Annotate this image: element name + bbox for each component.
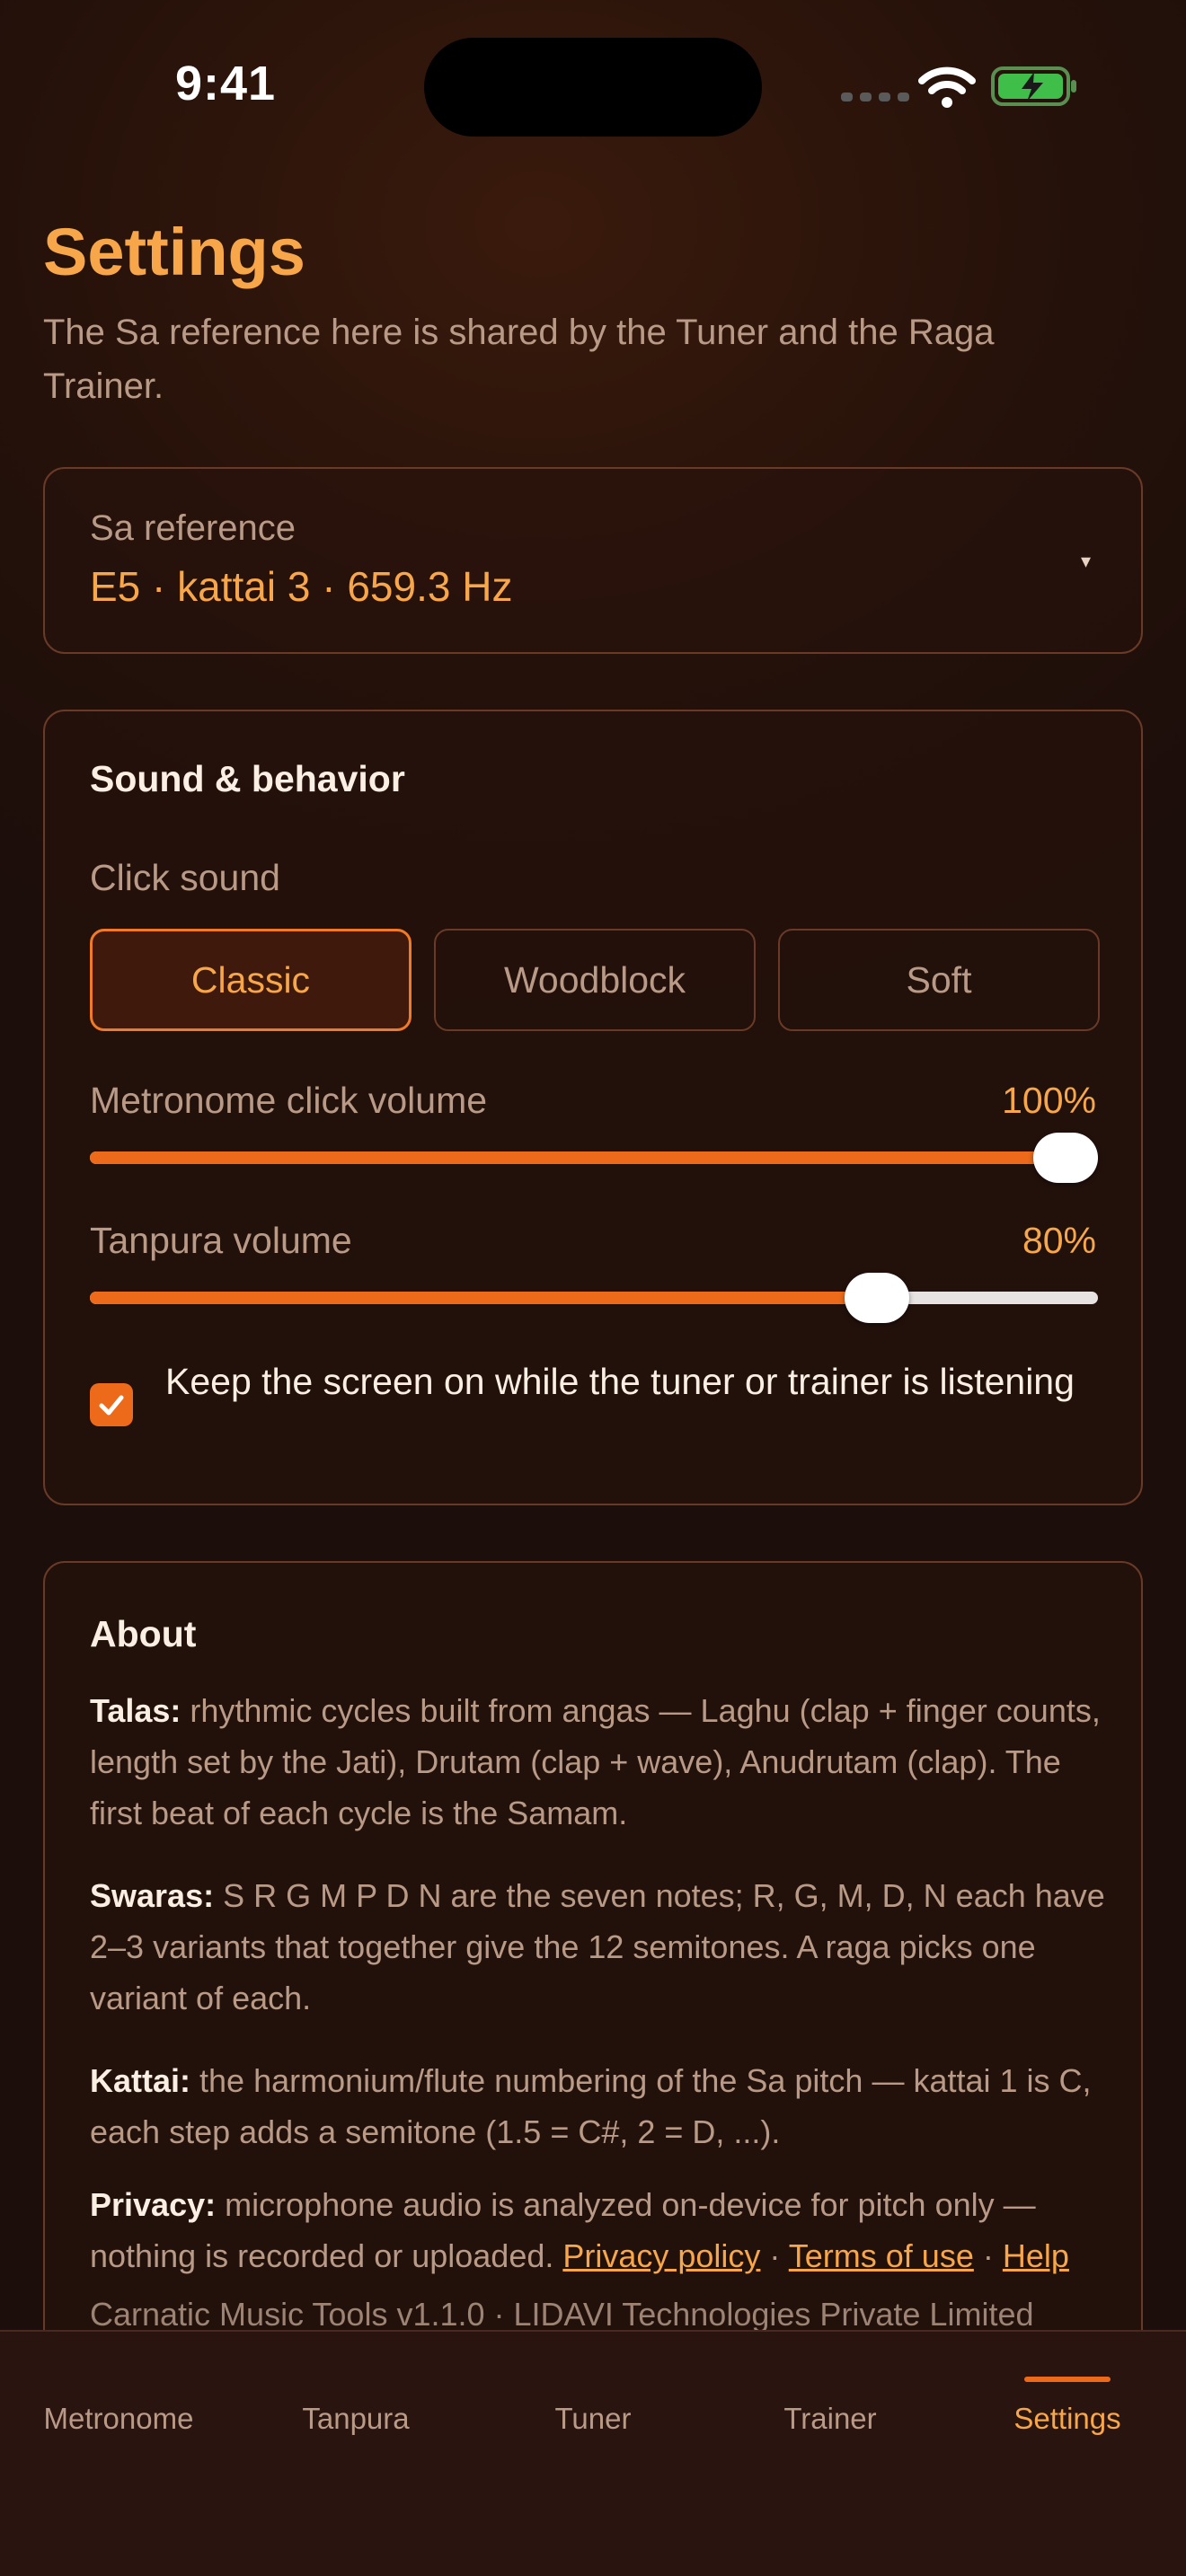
about-heading: About [90, 1613, 197, 1654]
click-sound-soft-button[interactable]: Soft [778, 929, 1100, 1031]
chevron-down-icon: ▾ [1080, 550, 1091, 572]
privacy-policy-link[interactable]: Privacy policy [562, 2237, 760, 2274]
page-title: Settings [43, 215, 305, 289]
metronome-volume-slider[interactable] [90, 1133, 1098, 1183]
page-subtitle: The Sa reference here is shared by the T… [43, 313, 995, 406]
tanpura-volume-thumb[interactable] [845, 1273, 909, 1323]
dynamic-island [424, 38, 762, 137]
click-sound-classic-button[interactable]: Classic [90, 929, 412, 1031]
about-talas: Talas: rhythmic cycles built from angas … [90, 1685, 1105, 1839]
link-separator: · [973, 2237, 1003, 2274]
app-version-footer: Carnatic Music Tools v1.1.0 · LIDAVI Tec… [90, 2296, 1034, 2333]
tab-bar: Metronome Tanpura Tuner Trainer Settings [0, 2330, 1186, 2576]
about-privacy: Privacy: microphone audio is analyzed on… [90, 2179, 1105, 2281]
sa-reference-value: E5 · kattai 3 · 659.3 Hz [90, 563, 513, 610]
privacy-term: Privacy: [90, 2186, 217, 2223]
swaras-text: S R G M P D N are the seven notes; R, G,… [90, 1877, 1105, 2016]
tab-settings[interactable]: Settings [949, 2402, 1186, 2436]
metronome-volume-label: Metronome click volume [90, 1080, 488, 1121]
tanpura-volume-label: Tanpura volume [90, 1220, 352, 1261]
metronome-volume-thumb[interactable] [1033, 1133, 1098, 1183]
tab-metronome[interactable]: Metronome [0, 2402, 237, 2436]
terms-of-use-link[interactable]: Terms of use [789, 2237, 974, 2274]
metronome-volume-fill [90, 1151, 1066, 1164]
help-link[interactable]: Help [1003, 2237, 1069, 2274]
kattai-text: the harmonium/flute numbering of the Sa … [90, 2062, 1092, 2150]
tab-trainer[interactable]: Trainer [712, 2402, 949, 2436]
checkmark-icon [99, 1395, 124, 1416]
tab-tanpura[interactable]: Tanpura [237, 2402, 474, 2436]
click-sound-woodblock-button[interactable]: Woodblock [434, 929, 756, 1031]
about-kattai: Kattai: the harmonium/flute numbering of… [90, 2055, 1105, 2157]
about-swaras: Swaras: S R G M P D N are the seven note… [90, 1870, 1105, 2024]
signal-icon [841, 93, 909, 101]
metronome-volume-value: 100% [1002, 1080, 1096, 1121]
sa-reference-select[interactable]: Sa reference E5 · kattai 3 · 659.3 Hz ▾ [43, 467, 1143, 654]
tanpura-volume-slider[interactable] [90, 1273, 1098, 1323]
keep-screen-on-label[interactable]: Keep the screen on while the tuner or tr… [165, 1354, 1100, 1408]
sound-behavior-heading: Sound & behavior [90, 758, 405, 799]
wifi-icon [918, 66, 976, 108]
kattai-term: Kattai: [90, 2062, 191, 2099]
about-card: About Talas: rhythmic cycles built from … [43, 1561, 1143, 2369]
tanpura-volume-value: 80% [1022, 1220, 1096, 1261]
keep-screen-on-checkbox[interactable] [90, 1383, 133, 1426]
click-sound-label: Click sound [90, 857, 280, 898]
sa-reference-label: Sa reference [90, 508, 296, 548]
battery-charging-icon [991, 66, 1076, 106]
tab-tuner[interactable]: Tuner [474, 2402, 712, 2436]
sound-behavior-card: Sound & behavior Click sound Classic Woo… [43, 710, 1143, 1505]
active-tab-indicator [1024, 2377, 1111, 2382]
talas-text: rhythmic cycles built from angas — Laghu… [90, 1692, 1101, 1831]
link-separator: · [760, 2237, 789, 2274]
swaras-term: Swaras: [90, 1877, 215, 1914]
tanpura-volume-fill [90, 1292, 877, 1304]
talas-term: Talas: [90, 1692, 181, 1729]
status-time: 9:41 [175, 57, 277, 110]
